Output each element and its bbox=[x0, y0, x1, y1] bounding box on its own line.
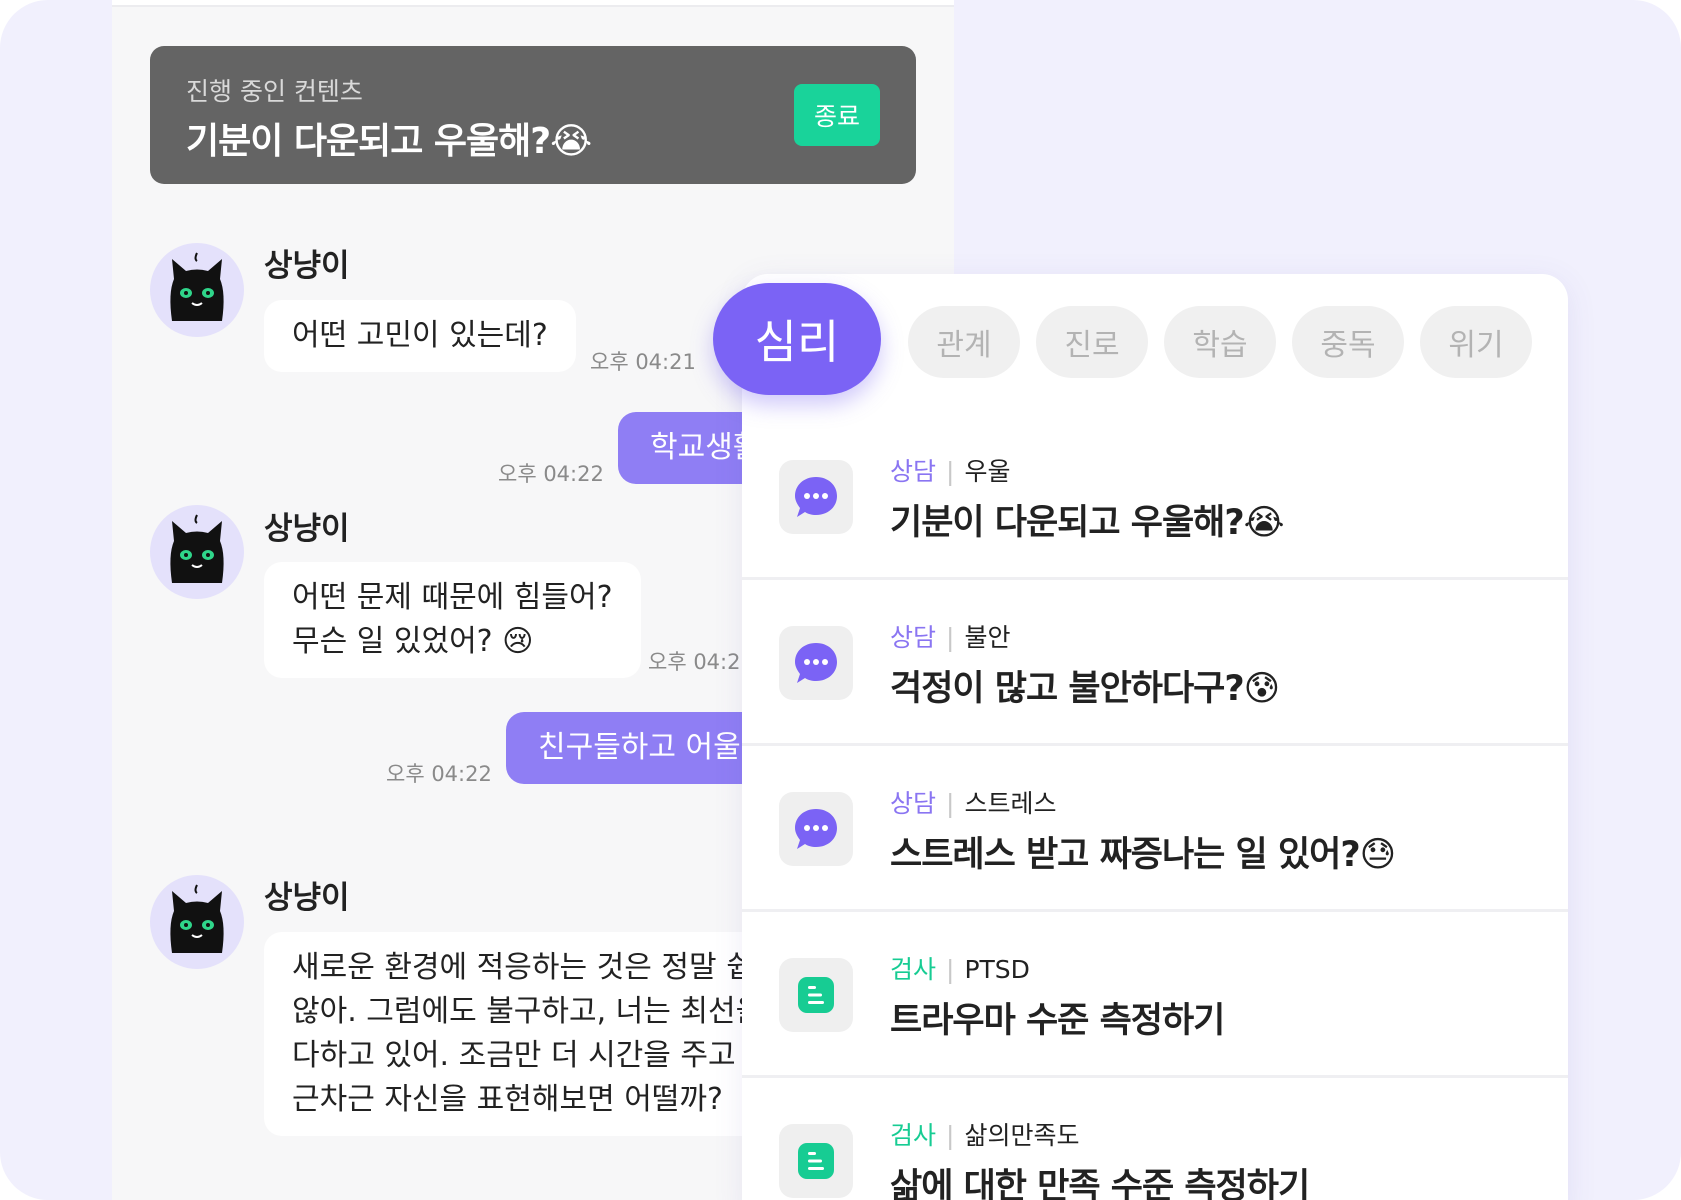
ongoing-content-banner: 진행 중인 컨텐츠 기분이 다운되고 우울해?😭 종료 bbox=[150, 46, 916, 184]
message-time: 오후 04:2 bbox=[648, 650, 741, 674]
item-topic: 불안 bbox=[964, 623, 1011, 652]
chat-bubble-icon bbox=[779, 460, 853, 534]
chat-bubble-icon bbox=[779, 626, 853, 700]
item-type: 상담 bbox=[890, 623, 937, 652]
item-meta: 상담 | 스트레스 bbox=[890, 789, 1057, 818]
item-title: 스트레스 받고 짜증나는 일 있어?😓 bbox=[890, 835, 1396, 875]
end-button[interactable]: 종료 bbox=[794, 84, 880, 146]
sender-name: 상냥이 bbox=[264, 880, 350, 916]
item-type: 상담 bbox=[890, 789, 937, 818]
chat-bubble-icon bbox=[779, 792, 853, 866]
incoming-message: 어떤 고민이 있는데? bbox=[264, 300, 576, 372]
test-sheet-icon bbox=[779, 1124, 853, 1198]
avatar-cat-icon bbox=[150, 243, 244, 337]
chat-header-divider bbox=[112, 0, 954, 7]
item-title: 삶에 대한 만족 수준 측정하기 bbox=[890, 1167, 1310, 1200]
tab-career[interactable]: 진로 bbox=[1036, 306, 1148, 378]
item-topic: 우울 bbox=[964, 457, 1011, 486]
tab-crisis[interactable]: 위기 bbox=[1420, 306, 1532, 378]
item-topic: 스트레스 bbox=[964, 789, 1057, 818]
item-title: 기분이 다운되고 우울해?😭 bbox=[890, 503, 1285, 543]
tab-relationship[interactable]: 관계 bbox=[908, 306, 1020, 378]
item-meta: 검사 | 삶의만족도 bbox=[890, 1121, 1080, 1150]
item-meta: 상담 | 불안 bbox=[890, 623, 1011, 652]
item-topic: 삶의만족도 bbox=[964, 1121, 1080, 1150]
background-card: 진행 중인 컨텐츠 기분이 다운되고 우울해?😭 종료 상냥이 어떤 고민이 있… bbox=[0, 0, 1681, 1200]
list-item-depression[interactable]: 상담 | 우울 기분이 다운되고 우울해?😭 bbox=[742, 412, 1568, 578]
tab-addiction[interactable]: 중독 bbox=[1292, 306, 1404, 378]
list-item-anxiety[interactable]: 상담 | 불안 걱정이 많고 불안하다구?😰 bbox=[742, 580, 1568, 746]
avatar-cat-icon bbox=[150, 875, 244, 969]
ongoing-label: 진행 중인 컨텐츠 bbox=[186, 77, 363, 106]
item-meta: 검사 | PTSD bbox=[890, 955, 1030, 984]
sender-name: 상냥이 bbox=[264, 248, 350, 284]
message-time: 오후 04:22 bbox=[386, 762, 492, 786]
sender-name: 상냥이 bbox=[264, 511, 350, 547]
item-type: 검사 bbox=[890, 955, 937, 984]
message-time: 오후 04:21 bbox=[590, 350, 696, 374]
ongoing-title: 기분이 다운되고 우울해?😭 bbox=[186, 121, 592, 162]
tab-study[interactable]: 학습 bbox=[1164, 306, 1276, 378]
item-topic: PTSD bbox=[964, 955, 1030, 984]
list-item-life-satisfaction[interactable]: 검사 | 삶의만족도 삶에 대한 만족 수준 측정하기 bbox=[742, 1078, 1568, 1200]
avatar-cat-icon bbox=[150, 505, 244, 599]
item-title: 트라우마 수준 측정하기 bbox=[890, 1001, 1225, 1041]
message-time: 오후 04:22 bbox=[498, 462, 604, 486]
item-type: 검사 bbox=[890, 1121, 937, 1150]
item-meta: 상담 | 우울 bbox=[890, 457, 1011, 486]
list-item-ptsd[interactable]: 검사 | PTSD 트라우마 수준 측정하기 bbox=[742, 912, 1568, 1078]
tab-psychology[interactable]: 심리 bbox=[713, 283, 881, 395]
item-title: 걱정이 많고 불안하다구?😰 bbox=[890, 669, 1280, 709]
list-item-stress[interactable]: 상담 | 스트레스 스트레스 받고 짜증나는 일 있어?😓 bbox=[742, 746, 1568, 912]
test-sheet-icon bbox=[779, 958, 853, 1032]
item-type: 상담 bbox=[890, 457, 937, 486]
incoming-message: 어떤 문제 때문에 힘들어? 무슨 일 있었어? 😢 bbox=[264, 562, 641, 678]
